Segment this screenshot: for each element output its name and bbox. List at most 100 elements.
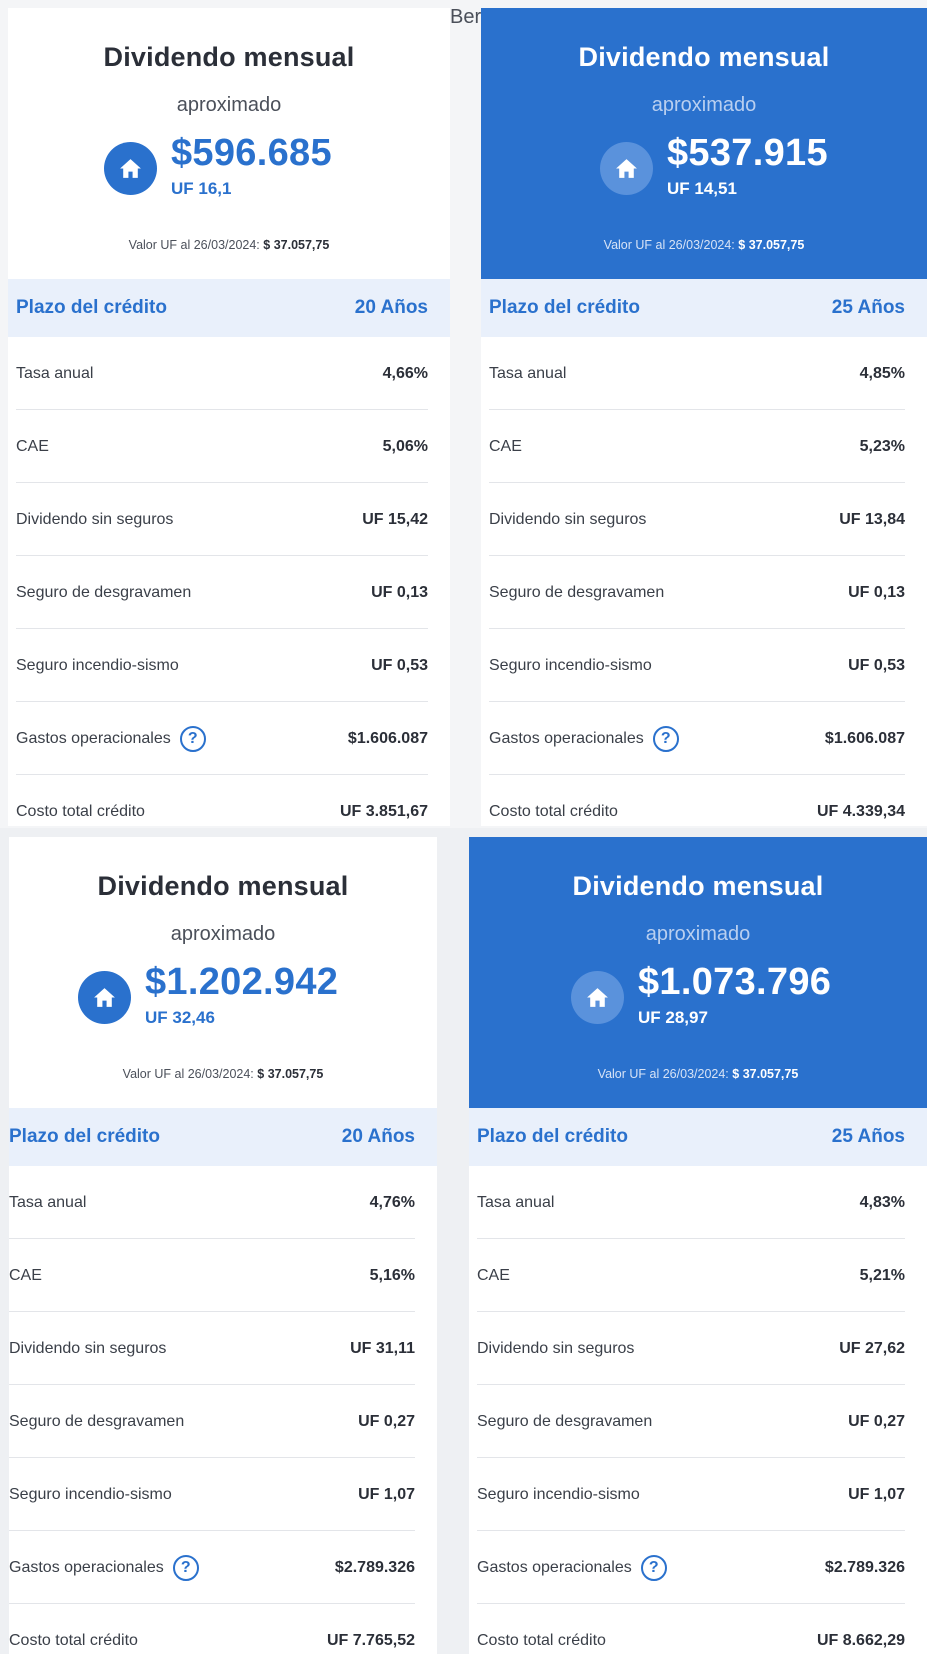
detail-rows: Tasa anual 4,85% CAE 5,23% Dividendo sin…: [481, 337, 927, 826]
plazo-label: Plazo del crédito: [489, 297, 640, 318]
row-label-text: Seguro incendio-sismo: [489, 656, 652, 674]
row-seguro-incendio-sismo: Seguro incendio-sismo UF 1,07: [9, 1458, 437, 1531]
dividend-title: Dividendo mensual: [103, 42, 355, 72]
row-cae: CAE 5,23%: [481, 410, 927, 483]
row-label: CAE: [9, 1267, 42, 1285]
plazo-label: Plazo del crédito: [477, 1126, 628, 1147]
help-icon[interactable]: ?: [179, 725, 206, 752]
dividend-header: Dividendo mensual aproximado $537.915 UF…: [481, 8, 927, 279]
plazo-row: Plazo del crédito 20 Años: [9, 1108, 437, 1166]
amount-row: $537.915 UF 14,51: [481, 132, 927, 202]
row-label: Dividendo sin seguros: [489, 511, 646, 529]
row-label-text: Seguro de desgravamen: [489, 583, 665, 601]
row-label: Seguro de desgravamen: [9, 1413, 184, 1431]
dividend-title: Dividendo mensual: [578, 42, 830, 72]
row-costo-total-credito: Costo total crédito UF 8.662,29: [469, 1604, 927, 1654]
row-seguro-incendio-sismo: Seguro incendio-sismo UF 0,53: [8, 629, 450, 702]
row-label-text: Dividendo sin seguros: [16, 510, 174, 528]
row-label: Dividendo sin seguros: [477, 1340, 634, 1358]
row-label-text: Costo total crédito: [477, 1631, 606, 1649]
row-label: Dividendo sin seguros: [9, 1340, 166, 1358]
row-label: Gastos operacionales?: [9, 1554, 199, 1581]
row-label: Dividendo sin seguros: [16, 511, 173, 529]
plazo-label: Plazo del crédito: [16, 297, 167, 318]
amount-row: $1.202.942 UF 32,46: [9, 961, 437, 1031]
plazo-value: 20 Años: [354, 297, 428, 318]
row-label: Tasa anual: [477, 1194, 554, 1212]
row-label: Seguro incendio-sismo: [9, 1486, 172, 1504]
row-cae: CAE 5,06%: [8, 410, 450, 483]
row-value: UF 0,13: [848, 583, 905, 601]
row-gastos-operacionales: Gastos operacionales? $2.789.326: [9, 1531, 437, 1604]
plazo-value: 20 Años: [341, 1126, 415, 1147]
row-value: UF 8.662,29: [816, 1631, 905, 1649]
row-label-text: Seguro de desgravamen: [9, 1412, 185, 1430]
row-seguro-desgravamen: Seguro de desgravamen UF 0,13: [481, 556, 927, 629]
row-value: 5,21%: [859, 1266, 905, 1284]
row-tasa-anual: Tasa anual 4,76%: [9, 1166, 437, 1239]
detail-rows: Tasa anual 4,83% CAE 5,21% Dividendo sin…: [469, 1166, 927, 1654]
row-value: UF 27,62: [839, 1339, 905, 1357]
help-icon[interactable]: ?: [172, 1554, 199, 1581]
row-label-text: CAE: [489, 437, 522, 455]
row-value: 5,06%: [382, 437, 428, 455]
row-value: UF 15,42: [362, 510, 428, 528]
row-value: 5,23%: [859, 437, 905, 455]
row-value: 4,83%: [859, 1193, 905, 1211]
plazo-value: 25 Años: [831, 1126, 905, 1147]
row-value: UF 0,13: [371, 583, 428, 601]
row-label-text: Gastos operacionales: [9, 1558, 164, 1576]
row-label-text: Tasa anual: [477, 1193, 555, 1211]
loan-card-25-years-selected[interactable]: Dividendo mensual aproximado $537.915 UF…: [481, 8, 927, 826]
dividend-amount: $1.202.942: [145, 961, 339, 1003]
row-value: $2.789.326: [824, 1558, 905, 1576]
row-label: Seguro incendio-sismo: [16, 657, 179, 675]
row-label: Costo total crédito: [489, 803, 618, 821]
row-tasa-anual: Tasa anual 4,66%: [8, 337, 450, 410]
uf-reference-label: Valor UF al 26/03/2024:: [597, 1067, 729, 1081]
row-label: Gastos operacionales?: [489, 725, 679, 752]
row-label-text: Gastos operacionales: [16, 729, 171, 747]
row-label: Seguro incendio-sismo: [477, 1486, 640, 1504]
uf-reference: Valor UF al 26/03/2024: $ 37.057,75: [481, 238, 927, 252]
row-label: Gastos operacionales?: [16, 725, 206, 752]
row-label-text: Gastos operacionales: [477, 1558, 632, 1576]
plazo-row: Plazo del crédito 25 Años: [481, 279, 927, 337]
dividend-subtitle: aproximado: [176, 94, 282, 116]
dividend-subtitle: aproximado: [651, 94, 757, 116]
row-label: Tasa anual: [489, 365, 566, 383]
dividend-header: Dividendo mensual aproximado $596.685 UF…: [8, 8, 450, 279]
detail-rows: Tasa anual 4,76% CAE 5,16% Dividendo sin…: [9, 1166, 437, 1654]
loan-card-25-years-b-selected[interactable]: Dividendo mensual aproximado $1.073.796 …: [469, 837, 927, 1654]
row-value: UF 1,07: [358, 1485, 415, 1503]
dividend-uf: UF 32,46: [145, 1008, 215, 1027]
row-label: Costo total crédito: [16, 803, 145, 821]
help-icon[interactable]: ?: [652, 725, 679, 752]
row-gastos-operacionales: Gastos operacionales? $1.606.087: [481, 702, 927, 775]
loan-card-20-years-b: Dividendo mensual aproximado $1.202.942 …: [9, 837, 437, 1654]
row-value: UF 7.765,52: [326, 1631, 415, 1649]
row-value: UF 0,53: [848, 656, 905, 674]
background-peek-text: Ber: [450, 6, 482, 28]
detail-rows: Tasa anual 4,66% CAE 5,06% Dividendo sin…: [8, 337, 450, 826]
row-label: Tasa anual: [9, 1194, 86, 1212]
plazo-row: Plazo del crédito 20 Años: [8, 279, 450, 337]
house-icon: [571, 971, 624, 1024]
help-icon[interactable]: ?: [640, 1554, 667, 1581]
row-label-text: Dividendo sin seguros: [489, 510, 647, 528]
dividend-subtitle: aproximado: [170, 923, 276, 945]
uf-reference: Valor UF al 26/03/2024: $ 37.057,75: [8, 238, 450, 252]
uf-reference-value: $ 37.057,75: [738, 238, 805, 252]
row-dividendo-sin-seguros: Dividendo sin seguros UF 31,11: [9, 1312, 437, 1385]
row-label-text: CAE: [9, 1266, 42, 1284]
row-value: 4,66%: [382, 364, 428, 382]
dividend-title: Dividendo mensual: [97, 871, 349, 901]
uf-reference-value: $ 37.057,75: [732, 1067, 799, 1081]
row-value: 4,76%: [369, 1193, 415, 1211]
dividend-amount: $596.685: [171, 132, 332, 174]
uf-reference-value: $ 37.057,75: [257, 1067, 324, 1081]
row-label-text: Dividendo sin seguros: [477, 1339, 635, 1357]
uf-reference-label: Valor UF al 26/03/2024:: [603, 238, 735, 252]
row-value: UF 0,53: [371, 656, 428, 674]
uf-reference: Valor UF al 26/03/2024: $ 37.057,75: [9, 1067, 437, 1081]
